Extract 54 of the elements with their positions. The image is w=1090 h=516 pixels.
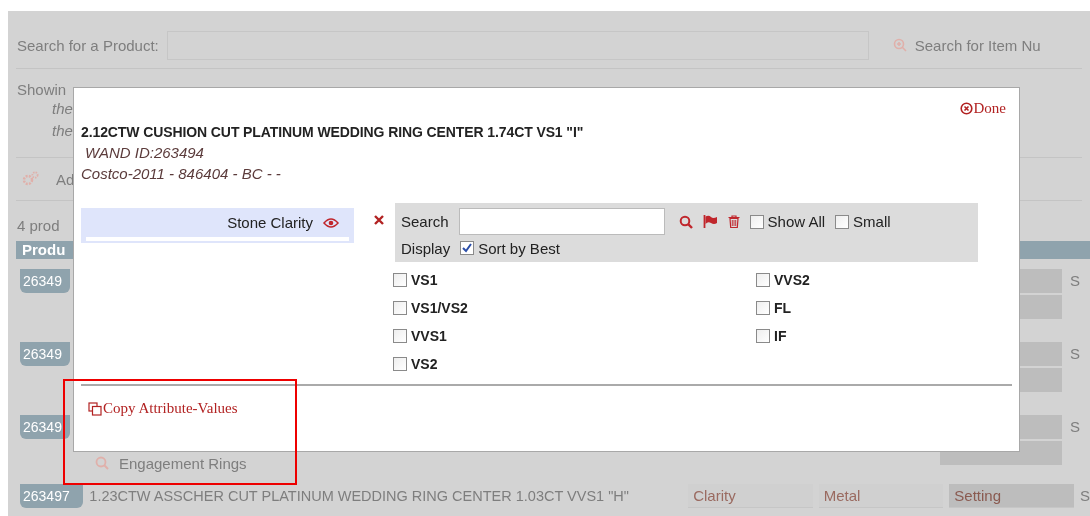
product-title: 1.23CTW ASSCHER CUT PLATINUM WEDDING RING CENTER 1.03CT VVS1 "H" <box>89 488 630 504</box>
product-id-badge[interactable]: 26349 <box>20 269 70 293</box>
item-search-link[interactable]: Search for Item Nu <box>914 36 1041 54</box>
checkbox-label: VS1/VS2 <box>411 300 468 316</box>
product-id-badge[interactable]: 263497 <box>20 484 84 508</box>
product-count: 4 prod <box>17 217 60 234</box>
close-icon <box>959 101 973 115</box>
checkbox[interactable] <box>393 273 407 287</box>
note-text: the <box>52 121 73 141</box>
table-cell-text: S <box>1070 344 1081 364</box>
checkbox-label: FL <box>774 300 792 316</box>
checkbox-label: VS2 <box>411 356 438 372</box>
checkbox[interactable] <box>393 357 407 371</box>
checkbox[interactable] <box>835 214 850 229</box>
copy-attributes-link[interactable]: Copy Attribute-Values <box>88 400 238 417</box>
wand-id: WAND ID:263494 <box>84 144 205 161</box>
attribute-item[interactable]: Stone Clarity <box>81 208 354 243</box>
product-id-badge[interactable]: 26349 <box>20 342 70 366</box>
eye-icon[interactable] <box>323 217 339 228</box>
checkbox[interactable] <box>756 273 770 287</box>
product-source: Costco-2011 - 846404 - BC - - <box>81 165 282 182</box>
copy-icon <box>88 401 102 416</box>
checkbox-label: VVS2 <box>774 272 810 288</box>
table-cell-text: S <box>1070 417 1081 437</box>
checkbox-label: VS1 <box>411 272 438 288</box>
search-label: Search for a Product: <box>17 36 159 54</box>
display-label: Display <box>401 239 451 257</box>
checkbox-label: Small <box>853 213 891 230</box>
checkbox-label: Show All <box>767 213 826 230</box>
checkbox[interactable] <box>460 241 475 255</box>
table-cell: Setting <box>949 484 1074 508</box>
checkbox[interactable] <box>393 301 407 315</box>
done-link[interactable]: Done <box>959 96 1006 120</box>
checkbox[interactable] <box>749 214 764 229</box>
checkbox[interactable] <box>756 329 770 343</box>
checkbox-label: IF <box>774 328 787 344</box>
search-icon[interactable] <box>678 214 693 229</box>
showing-text: Showin <box>17 81 67 98</box>
trash-icon[interactable] <box>727 215 740 228</box>
product-id-badge[interactable]: 26349 <box>20 415 70 439</box>
note-text: the <box>52 99 73 119</box>
table-cell-text: S <box>1070 271 1081 291</box>
remove-icon[interactable] <box>374 215 384 225</box>
category-label[interactable]: Engagement Rings <box>119 454 247 472</box>
flag-icon[interactable] <box>702 215 718 228</box>
checkbox-label: VVS1 <box>411 328 447 344</box>
search-label: Search <box>401 213 449 230</box>
table-cell-text: S <box>1079 486 1090 506</box>
product-title: 2.12CTW CUSHION CUT PLATINUM WEDDING RING CENTER 1.74CT VS1 "I" <box>81 124 585 140</box>
action-label[interactable]: Ad <box>56 170 75 188</box>
checkbox[interactable] <box>756 301 770 315</box>
checkbox[interactable] <box>393 329 407 343</box>
checkbox-label: Sort by Best <box>478 239 560 257</box>
search-field[interactable] <box>458 208 665 235</box>
